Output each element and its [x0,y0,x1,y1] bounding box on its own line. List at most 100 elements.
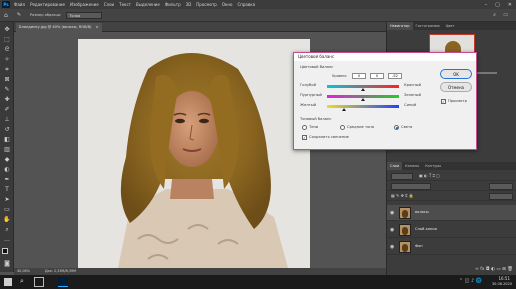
yellow-blue-slider[interactable] [327,105,399,108]
quick-mask-icon[interactable]: ◙ [3,260,11,267]
workspace-icon[interactable]: ▭ [503,12,508,18]
layer-row[interactable]: ◉ волосы [387,205,516,221]
gradient-tool-icon[interactable]: ▥ [3,146,11,153]
menu-type[interactable]: Текст [119,2,131,7]
photoshop-taskbar-icon[interactable] [58,277,68,287]
layer-name[interactable]: Фон [415,244,423,248]
menu-window[interactable]: Окно [222,2,233,7]
quick-select-tool-icon[interactable]: ✧ [3,56,11,63]
layer-name[interactable]: Слой-копия [415,227,437,231]
opacity-field[interactable] [489,183,513,190]
cancel-button[interactable]: Отмена [440,82,472,92]
foreground-color-swatch[interactable] [2,248,8,254]
more-tools-icon[interactable]: … [3,236,11,243]
move-tool-icon[interactable]: ✥ [3,26,11,33]
type-tool-icon[interactable]: T [3,186,11,193]
radio-shadows[interactable] [302,125,307,130]
tab-layers[interactable]: Слои [387,162,403,170]
menu-file[interactable]: Файл [14,2,25,7]
menu-edit[interactable]: Редактирование [30,2,65,7]
visibility-eye-icon[interactable]: ◉ [390,227,396,233]
menu-3d[interactable]: 3D [186,2,192,7]
layer-name[interactable]: волосы [415,210,429,214]
document-tab[interactable]: Блондинку.jpg @ 40% (волосы, RGB/8) × [16,23,102,32]
adjustment-icon[interactable]: ◐ [491,267,495,272]
radio-highlights-label[interactable]: Света [401,125,412,129]
tray-icons[interactable]: ⌃ ◫ ♪ 🌐 [459,278,482,284]
folder-icon[interactable]: ▭ [496,267,500,272]
radio-shadows-label[interactable]: Тени [309,125,318,129]
new-layer-icon[interactable]: ⊞ [502,267,506,272]
menu-select[interactable]: Выделение [136,2,160,7]
preserve-luminosity-label[interactable]: Сохранить свечение [309,135,349,139]
blur-tool-icon[interactable]: ◆ [3,156,11,163]
menu-view[interactable]: Просмотр [196,2,217,7]
frame-tool-icon[interactable]: ⊠ [3,76,11,83]
level-cyan-red-field[interactable]: 0 [352,73,366,79]
menu-layers[interactable]: Слои [104,2,114,7]
layer-kind-filter[interactable] [391,173,413,180]
crop-tool-icon[interactable]: ⌗ [3,66,11,73]
yellow-blue-knob[interactable] [342,108,346,111]
cyan-red-knob[interactable] [361,88,365,91]
zoom-tool-icon[interactable]: ⌕ [3,226,11,233]
ok-button[interactable]: OK [440,69,472,79]
preview-label[interactable]: Просмотр [448,99,467,103]
tab-color[interactable]: Цвет [443,22,458,30]
dodge-tool-icon[interactable]: ◐ [3,166,11,173]
lasso-tool-icon[interactable]: ᘓ [3,46,11,53]
clock-time[interactable]: 16:51 [498,276,510,281]
tab-channels[interactable]: Каналы [402,162,422,170]
radio-midtones[interactable] [340,125,345,130]
tab-paths[interactable]: Контуры [422,162,444,170]
level-yellow-blue-field[interactable]: -52 [388,73,402,79]
level-magenta-green-field[interactable]: 0 [370,73,384,79]
task-view-icon[interactable] [34,277,44,287]
radio-highlights[interactable] [394,125,399,130]
path-select-icon[interactable]: ➤ [3,196,11,203]
link-icon[interactable]: ∞ [475,267,479,272]
pen-tool-icon[interactable]: ✒ [3,176,11,183]
preview-checkbox[interactable]: ✓ [441,99,446,104]
stamp-tool-icon[interactable]: ⊥ [3,116,11,123]
shape-tool-icon[interactable]: ▭ [3,206,11,213]
home-icon[interactable]: ⌂ [4,12,8,19]
search-icon[interactable]: ⌕ [20,277,24,286]
fill-field[interactable] [489,193,513,200]
history-brush-icon[interactable]: ↺ [3,126,11,133]
lock-icons[interactable]: ▦ ✎ ✥ ⌗ 🔒 [391,193,414,198]
eraser-tool-icon[interactable]: ◧ [3,136,11,143]
filter-icons[interactable]: ▣ ◐ T ⌗ ▢ [419,173,440,178]
menu-image[interactable]: Изображение [70,2,99,7]
visibility-eye-icon[interactable]: ◉ [390,210,396,216]
tab-navigator[interactable]: Навигатор [387,22,413,30]
close-icon[interactable]: ✕ [508,2,512,8]
sample-size-select[interactable]: Точка [66,11,103,19]
windows-start-icon[interactable] [4,278,12,286]
layer-row[interactable]: ◉ Слой-копия [387,222,516,238]
close-tab-icon[interactable]: × [96,25,99,29]
magenta-green-knob[interactable] [361,98,365,101]
visibility-eye-icon[interactable]: ◉ [390,244,396,250]
preserve-luminosity-checkbox[interactable]: ✓ [302,135,307,140]
menu-help[interactable]: Справка [237,2,255,7]
healing-brush-icon[interactable]: ✚ [3,96,11,103]
document-photo[interactable] [78,39,310,268]
brush-tool-icon[interactable]: ✐ [3,106,11,113]
eyedropper-tool-icon[interactable]: ✎ [17,12,21,18]
search-icon[interactable]: ⌕ [493,12,496,18]
menu-filter[interactable]: Фильтр [165,2,181,7]
tab-histogram[interactable]: Гистограмма [413,22,443,30]
radio-midtones-label[interactable]: Средние тона [347,125,374,129]
fx-icon[interactable]: fx [480,267,484,272]
layer-row[interactable]: ◉ Фон [387,239,516,255]
mask-icon[interactable]: ◘ [486,267,490,272]
clock-date[interactable]: 30.06.2020 [492,282,512,286]
maximize-icon[interactable]: ▢ [495,2,500,8]
blend-mode-select[interactable] [391,183,431,190]
marquee-tool-icon[interactable]: ⬚ [3,36,11,43]
hand-tool-icon[interactable]: ✋ [3,216,11,223]
minimize-icon[interactable]: – [485,2,488,8]
eyedropper-icon[interactable]: ✎ [3,86,11,93]
trash-icon[interactable]: 🗑 [507,267,513,272]
